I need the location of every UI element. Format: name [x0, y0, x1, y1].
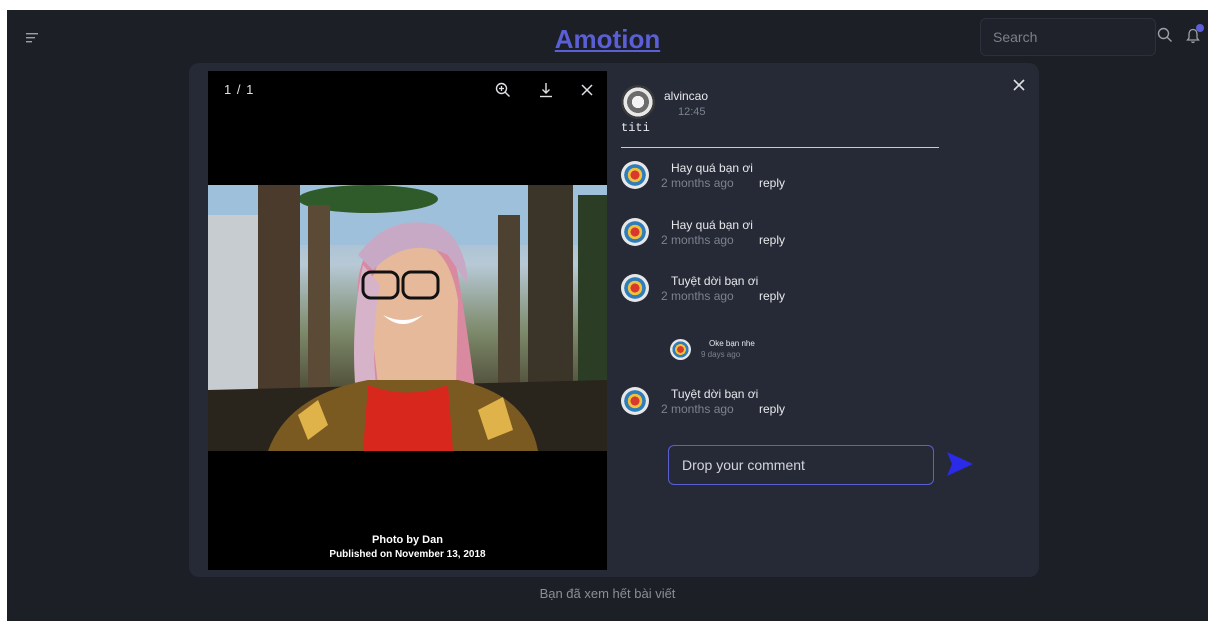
commenter-avatar[interactable]	[621, 161, 649, 189]
post-modal: 1 / 1 Photo by Dan Published on November…	[189, 63, 1039, 577]
commenter-avatar[interactable]	[621, 274, 649, 302]
app-window: Amotion 1 / 1	[7, 10, 1208, 621]
search-icon[interactable]	[1157, 27, 1173, 48]
search-input[interactable]	[981, 19, 1155, 55]
end-of-feed-text: Bạn đã xem hết bài viết	[539, 586, 676, 601]
comment-text: Tuyệt dời bạn ơi	[671, 274, 759, 288]
top-bar: Amotion	[7, 10, 1208, 70]
close-viewer-icon[interactable]	[579, 82, 595, 103]
commenter-avatar[interactable]	[621, 387, 649, 415]
author-avatar[interactable]	[621, 85, 655, 119]
download-icon[interactable]	[538, 82, 554, 103]
post-time: 12:45	[678, 106, 706, 118]
comment-time: 2 months ago	[661, 402, 734, 416]
divider	[621, 147, 939, 148]
zoom-in-icon[interactable]	[495, 82, 511, 103]
comment-time: 2 months ago	[661, 176, 734, 190]
caption-date: Published on November 13, 2018	[329, 549, 486, 560]
image-viewer: 1 / 1 Photo by Dan Published on November…	[208, 71, 607, 570]
comment-text: Hay quá bạn ơi	[671, 161, 753, 175]
author-name[interactable]: alvincao	[664, 89, 708, 103]
comment-box[interactable]	[668, 445, 934, 485]
commenter-avatar[interactable]	[621, 218, 649, 246]
post-caption: titi	[621, 121, 650, 135]
search-box[interactable]	[980, 18, 1156, 56]
photo-caption: Photo by Dan Published on November 13, 2…	[208, 534, 607, 560]
reply-button[interactable]: reply	[759, 176, 785, 190]
caption-title: Photo by Dan	[372, 534, 443, 546]
close-icon[interactable]	[1013, 78, 1025, 96]
comment-text: Hay quá bạn ơi	[671, 218, 753, 232]
comment-time: 2 months ago	[661, 289, 734, 303]
comment-text: Tuyệt dời bạn ơi	[671, 387, 759, 401]
image-counter: 1 / 1	[224, 82, 255, 97]
reply-button[interactable]: reply	[759, 402, 785, 416]
notification-badge	[1196, 24, 1204, 32]
send-icon[interactable]	[946, 451, 974, 482]
post-photo[interactable]	[208, 185, 607, 451]
reply-button[interactable]: reply	[759, 233, 785, 247]
reply-avatar[interactable]	[670, 339, 691, 360]
reply-time: 9 days ago	[701, 350, 741, 359]
comment-input[interactable]	[669, 446, 933, 484]
comment-time: 2 months ago	[661, 233, 734, 247]
reply-button[interactable]: reply	[759, 289, 785, 303]
reply-text: Oke bạn nhe	[709, 339, 755, 348]
